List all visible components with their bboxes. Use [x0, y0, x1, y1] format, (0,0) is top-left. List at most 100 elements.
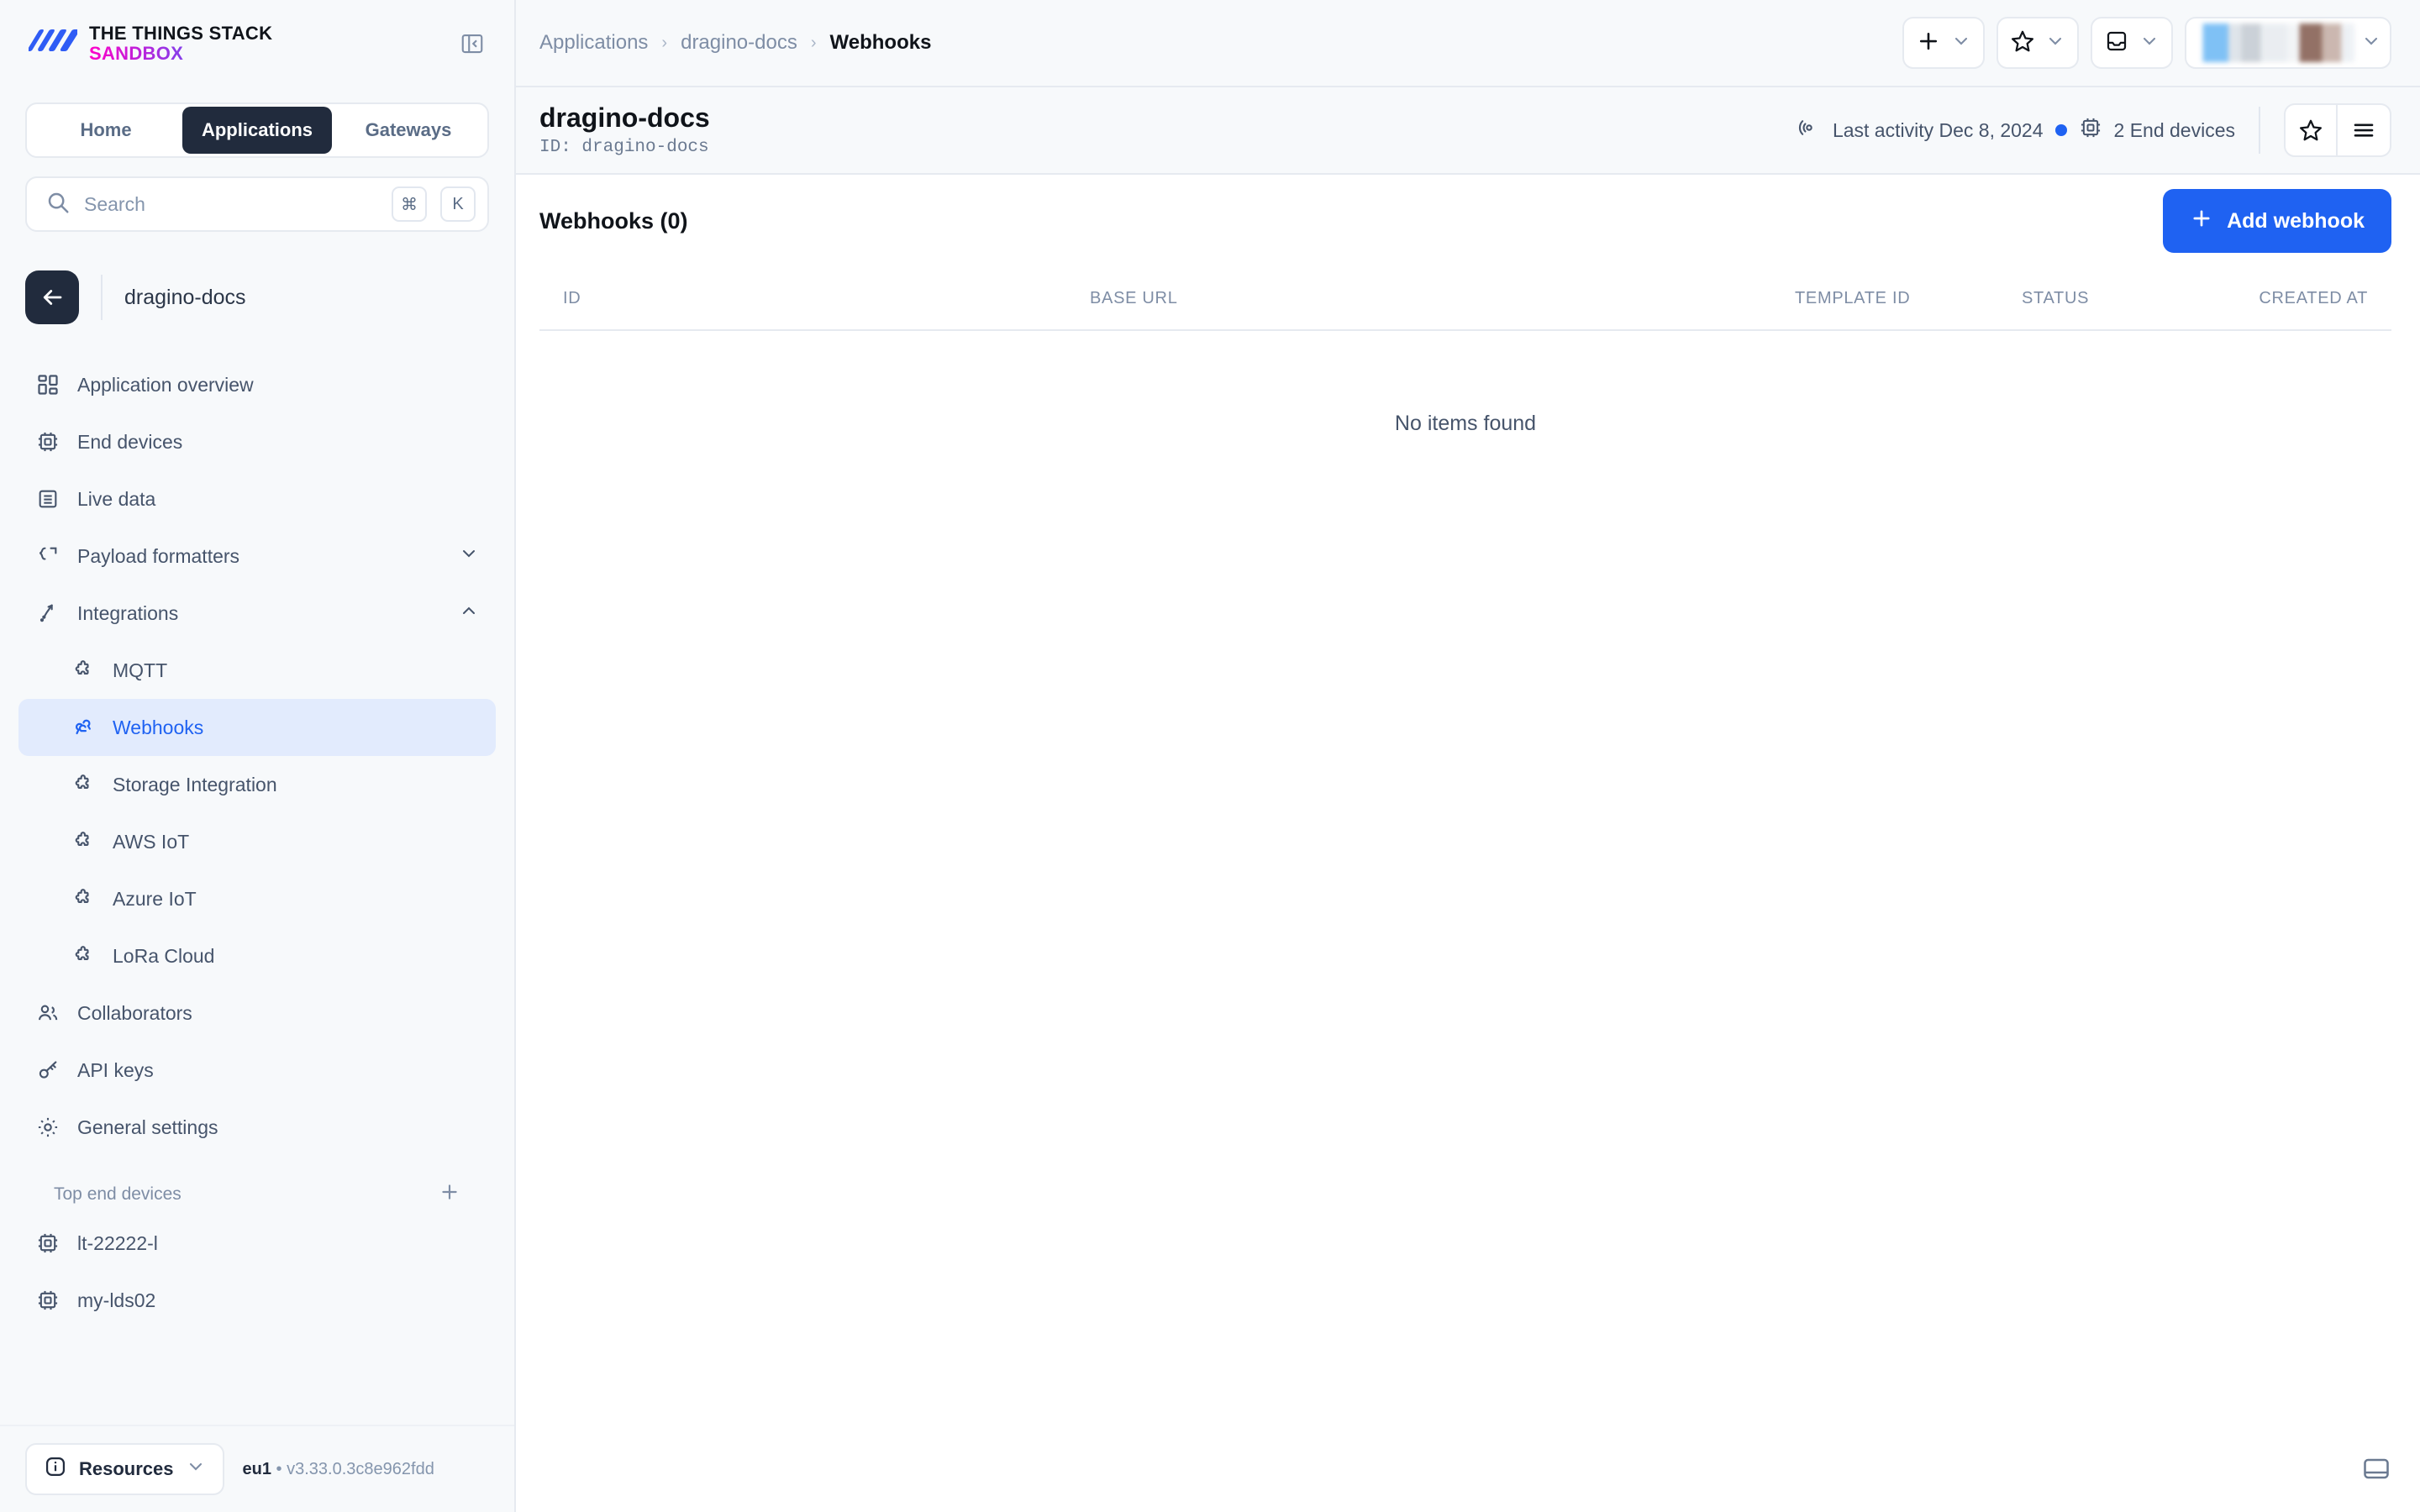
- list-icon: [35, 486, 60, 512]
- sidebar-item-webhooks[interactable]: Webhooks: [18, 699, 496, 756]
- add-end-device-icon[interactable]: [439, 1181, 460, 1208]
- sidebar-item-storage-integration[interactable]: Storage Integration: [18, 756, 496, 813]
- chevron-down-icon[interactable]: [459, 543, 479, 569]
- topbar-actions: [1902, 17, 2391, 69]
- breadcrumb-applications[interactable]: Applications: [539, 31, 648, 55]
- info-icon: [44, 1455, 67, 1483]
- sidebar-item-mqtt[interactable]: MQTT: [18, 642, 496, 699]
- sidebar-item-label: AWS IoT: [113, 830, 190, 853]
- search-container: ⌘ K: [0, 158, 514, 232]
- puzzle-icon: [71, 943, 96, 969]
- top-end-devices-title: Top end devices: [54, 1184, 182, 1204]
- sidebar-item-label: API keys: [77, 1058, 154, 1081]
- bookmark-application-button[interactable]: [2284, 103, 2338, 157]
- chevron-down-icon: [2045, 31, 2065, 55]
- shortcut-key-cmd: ⌘: [392, 186, 427, 222]
- page-title: dragino-docs: [539, 102, 710, 133]
- sidebar-item-integrations[interactable]: Integrations: [18, 585, 496, 642]
- brand-line-1: THE THINGS STACK: [89, 23, 273, 45]
- section-title: Webhooks (0): [539, 207, 688, 234]
- notifications-menu-button[interactable]: [2091, 17, 2173, 69]
- tab-applications[interactable]: Applications: [182, 107, 332, 154]
- sidebar-item-device-lt-22222-l[interactable]: lt-22222-l: [18, 1215, 496, 1272]
- add-webhook-button[interactable]: Add webhook: [2163, 189, 2391, 253]
- webhook-icon: [71, 715, 96, 740]
- sidebar-item-general-settings[interactable]: General settings: [18, 1099, 496, 1156]
- chevron-down-icon: [2361, 31, 2381, 55]
- sidebar-item-lora-cloud[interactable]: LoRa Cloud: [18, 927, 496, 984]
- sidebar-item-payload-formatters[interactable]: Payload formatters: [18, 528, 496, 585]
- sidebar-item-label: Storage Integration: [113, 773, 277, 795]
- sidebar-item-device-my-lds02[interactable]: my-lds02: [18, 1272, 496, 1329]
- application-menu-button[interactable]: [2338, 103, 2391, 157]
- console-app: THE THINGS STACK SANDBOX Home Applicatio…: [0, 0, 2420, 1512]
- bookmarks-menu-button[interactable]: [1996, 17, 2079, 69]
- sidebar-item-label: Payload formatters: [77, 544, 240, 567]
- breadcrumb-dragino-docs[interactable]: dragino-docs: [681, 31, 797, 55]
- puzzle-icon: [71, 886, 96, 911]
- brand-line-2: SANDBOX: [89, 44, 272, 64]
- column-header-created-at[interactable]: CREATED AT: [2215, 289, 2391, 308]
- main-area: Applications › dragino-docs › Webhooks d…: [516, 0, 2420, 1512]
- search-box[interactable]: ⌘ K: [25, 176, 489, 232]
- divider: [2259, 107, 2260, 154]
- application-id: ID: dragino-docs: [539, 138, 709, 158]
- chip-icon: [35, 1231, 60, 1256]
- version-info: eu1 • v3.33.0.3c8e962fdd: [243, 1460, 434, 1479]
- collapse-sidebar-icon[interactable]: [455, 27, 489, 60]
- feedback-widget-icon[interactable]: [2353, 1446, 2400, 1494]
- end-devices-count: 2 End devices: [2079, 116, 2235, 144]
- back-button[interactable]: [25, 270, 79, 324]
- chip-icon: [2079, 116, 2102, 144]
- sidebar-item-azure-iot[interactable]: Azure IoT: [18, 870, 496, 927]
- tab-home[interactable]: Home: [31, 107, 181, 154]
- sidebar-item-end-devices[interactable]: End devices: [18, 413, 496, 470]
- chip-icon: [35, 429, 60, 454]
- search-icon: [45, 190, 71, 219]
- sidebar: THE THINGS STACK SANDBOX Home Applicatio…: [0, 0, 516, 1512]
- sidebar-item-aws-iot[interactable]: AWS IoT: [18, 813, 496, 870]
- integrations-icon: [35, 601, 60, 626]
- dashboard-icon: [35, 372, 60, 397]
- column-header-status[interactable]: STATUS: [2022, 289, 2215, 308]
- chip-icon: [35, 1288, 60, 1313]
- webhooks-header: Webhooks (0) Add webhook: [539, 175, 2391, 267]
- inbox-icon: [2104, 29, 2129, 58]
- sidebar-header: THE THINGS STACK SANDBOX: [0, 0, 514, 87]
- sidebar-item-collaborators[interactable]: Collaborators: [18, 984, 496, 1042]
- chevron-up-icon[interactable]: [459, 601, 479, 626]
- key-icon: [35, 1058, 60, 1083]
- sidebar-item-application-overview[interactable]: Application overview: [18, 356, 496, 413]
- sidebar-item-label: my-lds02: [77, 1289, 156, 1311]
- sidebar-item-label: Azure IoT: [113, 887, 197, 910]
- star-icon: [2010, 29, 2035, 58]
- resources-button[interactable]: Resources: [25, 1443, 224, 1495]
- search-input[interactable]: [84, 192, 378, 216]
- code-icon: [35, 543, 60, 569]
- empty-state-message: No items found: [1394, 411, 1537, 435]
- page-header: dragino-docs ID: dragino-docs Last activ…: [516, 87, 2420, 175]
- sidebar-nav: Application overview End devices Live da…: [0, 324, 514, 1329]
- puzzle-icon: [71, 772, 96, 797]
- sidebar-item-api-keys[interactable]: API keys: [18, 1042, 496, 1099]
- sidebar-item-label: MQTT: [113, 659, 168, 681]
- current-application-name: dragino-docs: [124, 285, 246, 309]
- plus-icon: [2190, 207, 2213, 236]
- add-menu-button[interactable]: [1902, 17, 1985, 69]
- column-header-id[interactable]: ID: [539, 289, 1090, 308]
- sidebar-item-label: End devices: [77, 430, 183, 453]
- page-header-meta: Last activity Dec 8, 2024 2 End devices: [1797, 103, 2391, 157]
- column-header-base-url[interactable]: BASE URL: [1090, 289, 1795, 308]
- sidebar-item-label: Application overview: [77, 373, 254, 396]
- status-dot: [2054, 124, 2067, 136]
- resources-label: Resources: [79, 1458, 174, 1479]
- tab-gateways[interactable]: Gateways: [334, 107, 483, 154]
- sidebar-item-live-data[interactable]: Live data: [18, 470, 496, 528]
- topbar: Applications › dragino-docs › Webhooks: [516, 0, 2420, 87]
- user-profile-menu-button[interactable]: [2185, 17, 2391, 69]
- table-header-row: ID BASE URL TEMPLATE ID STATUS CREATED A…: [539, 267, 2391, 331]
- chevron-down-icon: [186, 1457, 206, 1482]
- brand-text: THE THINGS STACK SANDBOX: [89, 24, 272, 64]
- column-header-template-id[interactable]: TEMPLATE ID: [1795, 289, 2022, 308]
- breadcrumb-separator: ›: [661, 33, 668, 52]
